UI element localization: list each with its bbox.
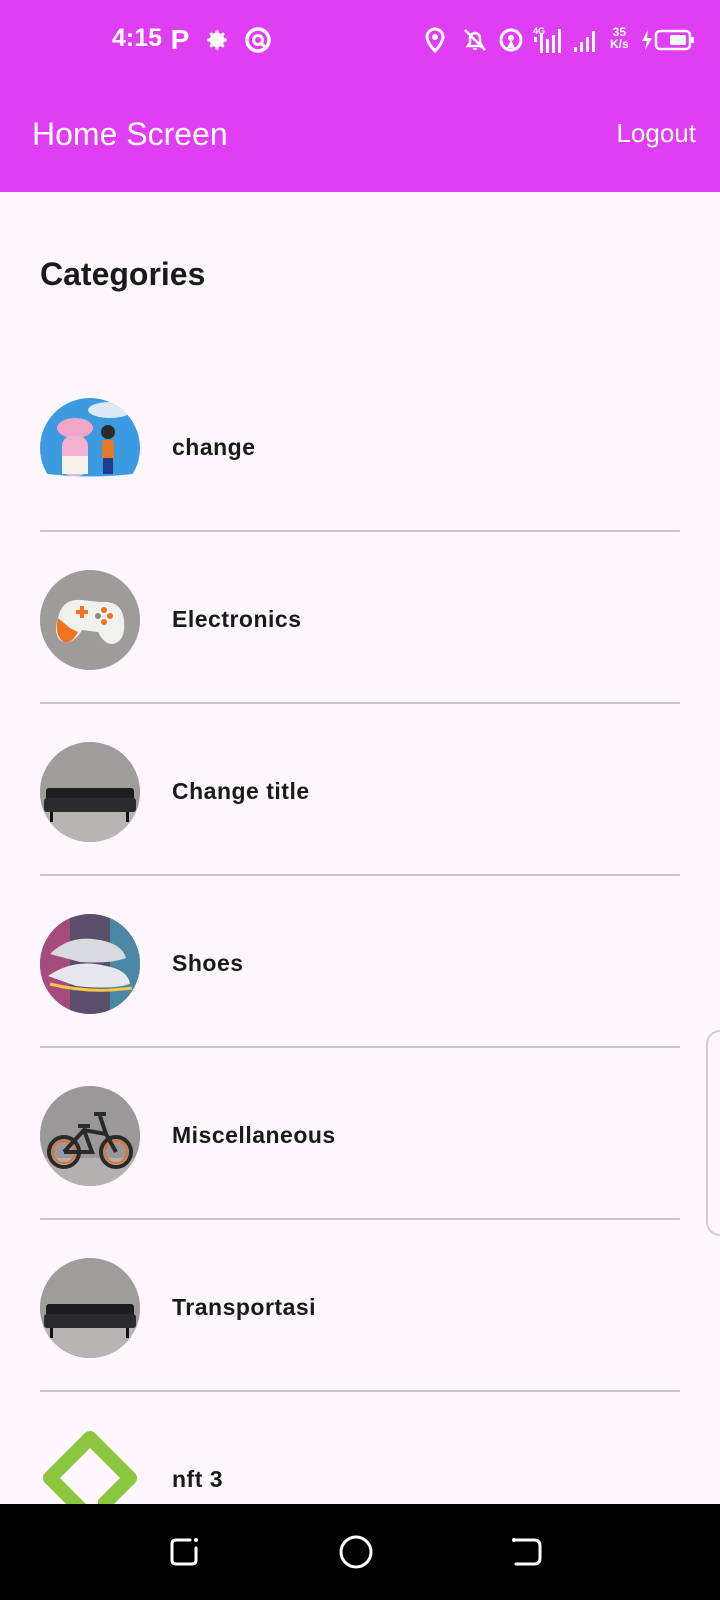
- recent-apps-icon[interactable]: [166, 1534, 202, 1570]
- wifi-signal-bars-icon: [572, 24, 600, 56]
- category-label: Change title: [172, 778, 310, 804]
- status-time: 4:15: [112, 24, 163, 52]
- location-icon: [424, 24, 446, 56]
- home-icon[interactable]: [338, 1534, 374, 1570]
- edge-panel-handle[interactable]: [706, 1030, 720, 1236]
- category-label: Electronics: [172, 606, 302, 632]
- parking-app-icon: P: [170, 24, 190, 55]
- category-label: Shoes: [172, 950, 244, 976]
- category-item-miscellaneous[interactable]: Miscellaneous: [40, 1048, 680, 1220]
- home-screen: 4:15 P 4G 35 K/s Home Screen Logout Cate…: [0, 0, 720, 1600]
- mobile-signal-4g-icon: 4G: [530, 24, 564, 56]
- category-item-change[interactable]: change: [40, 360, 680, 532]
- anime-characters-thumbnail: [40, 398, 140, 498]
- battery-charging-icon: [640, 24, 696, 56]
- svg-text:4G: 4G: [533, 26, 545, 36]
- bicycle-thumbnail: [40, 1086, 140, 1186]
- settings-gear-icon: [204, 24, 230, 56]
- category-item-shoes[interactable]: Shoes: [40, 876, 680, 1048]
- sofa-thumbnail: [40, 742, 140, 842]
- page-title: Home Screen: [32, 116, 228, 152]
- category-item-change-title[interactable]: Change title: [40, 704, 680, 876]
- game-controller-thumbnail: [40, 570, 140, 670]
- hotspot-icon: [498, 24, 524, 56]
- category-label: Miscellaneous: [172, 1122, 336, 1148]
- back-icon[interactable]: [510, 1534, 546, 1570]
- category-list: change Electronics Change title Shoes Mi…: [40, 360, 680, 1564]
- status-bar: 4:15 P 4G 35 K/s: [0, 0, 720, 80]
- logout-button[interactable]: Logout: [616, 118, 696, 149]
- navigation-bar: [0, 1504, 720, 1600]
- sneakers-thumbnail: [40, 914, 140, 1014]
- app-bar: Home Screen Logout: [0, 80, 720, 192]
- network-speed-unit: K/s: [610, 37, 629, 51]
- category-label: Transportasi: [172, 1294, 317, 1320]
- category-label: nft 3: [172, 1466, 224, 1492]
- notifications-off-icon: [462, 24, 488, 56]
- category-label: change: [172, 434, 256, 460]
- category-item-transportasi[interactable]: Transportasi: [40, 1220, 680, 1392]
- network-speed: 35 K/s: [610, 26, 629, 50]
- sofa-thumbnail: [40, 1258, 140, 1358]
- sync-circle-icon: [244, 24, 272, 56]
- category-item-electronics[interactable]: Electronics: [40, 532, 680, 704]
- categories-heading: Categories: [40, 256, 206, 292]
